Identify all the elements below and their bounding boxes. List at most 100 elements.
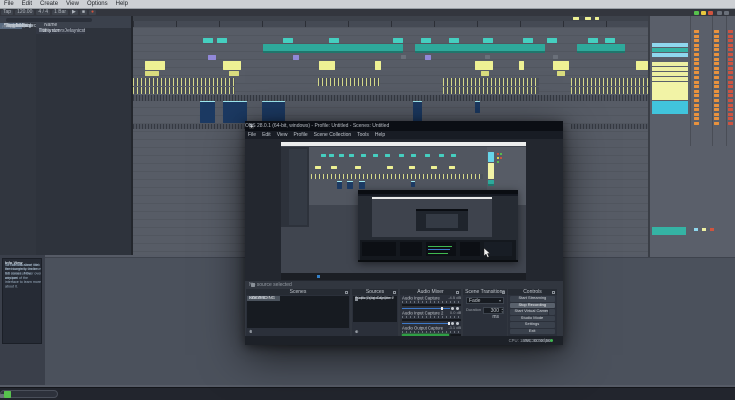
- obs-menu-item-tools[interactable]: Tools: [354, 131, 372, 139]
- track-solo-button[interactable]: [714, 48, 719, 51]
- volume-slider[interactable]: [402, 307, 450, 310]
- track-arm-button[interactable]: [728, 39, 733, 42]
- sources-panel-title[interactable]: Sources: [352, 289, 398, 295]
- clip[interactable]: [145, 61, 165, 70]
- clip[interactable]: [588, 38, 598, 43]
- track-arm-button[interactable]: [728, 53, 733, 56]
- track-solo-button[interactable]: [714, 35, 719, 38]
- track-activator-button[interactable]: [694, 76, 699, 79]
- track-activator-button[interactable]: [694, 67, 699, 70]
- clip[interactable]: [421, 38, 431, 43]
- menu-item-file[interactable]: File: [0, 0, 18, 9]
- popout-icon[interactable]: [552, 291, 555, 294]
- track-arm-button[interactable]: [728, 30, 733, 33]
- track-solo-button[interactable]: [714, 30, 719, 33]
- gear-icon[interactable]: [456, 307, 459, 310]
- track-activator-button[interactable]: [694, 53, 699, 56]
- track-activator-button[interactable]: [694, 62, 699, 65]
- clip[interactable]: [483, 38, 493, 43]
- stop-recording-button[interactable]: Stop Recording: [510, 303, 555, 309]
- track-activator-button[interactable]: [694, 90, 699, 93]
- speaker-icon[interactable]: [451, 322, 454, 325]
- track-solo-button[interactable]: [714, 90, 719, 93]
- source-down-button[interactable]: ∨: [355, 329, 358, 335]
- clip[interactable]: [319, 61, 335, 70]
- track-activator-button[interactable]: [694, 39, 699, 42]
- track-name-cell[interactable]: [702, 228, 706, 231]
- track-arm-button[interactable]: [728, 85, 733, 88]
- track-activator-button[interactable]: [694, 44, 699, 47]
- track-solo-button[interactable]: [714, 58, 719, 61]
- track-activator-button[interactable]: [694, 81, 699, 84]
- track-solo-button[interactable]: [714, 81, 719, 84]
- track-arm-button[interactable]: [728, 122, 733, 125]
- track-name-cell[interactable]: [652, 43, 688, 47]
- clip[interactable]: [557, 71, 565, 76]
- source-filters-icon[interactable]: [251, 283, 255, 287]
- clip[interactable]: [393, 38, 403, 43]
- clip[interactable]: [425, 55, 431, 60]
- track-name-cell[interactable]: [652, 101, 688, 114]
- track-name-cell[interactable]: [710, 228, 714, 231]
- clip[interactable]: [547, 38, 557, 43]
- virtual-camera-settings-button[interactable]: [549, 309, 555, 315]
- clip[interactable]: [145, 71, 159, 76]
- locator-marker[interactable]: [585, 17, 591, 20]
- volume-slider[interactable]: [402, 322, 450, 325]
- popout-icon[interactable]: [345, 291, 348, 294]
- track-activator-button[interactable]: [694, 58, 699, 61]
- clip[interactable]: [571, 78, 648, 86]
- track-solo-button[interactable]: [714, 104, 719, 107]
- popout-icon[interactable]: [502, 291, 505, 294]
- track-solo-button[interactable]: [714, 67, 719, 70]
- close-button[interactable]: ×: [245, 121, 258, 131]
- spinner-arrows-icon[interactable]: ▴▾: [500, 308, 503, 314]
- source-list-item[interactable]: Audio Output Capture: [353, 296, 397, 301]
- lock-icon[interactable]: [355, 298, 358, 300]
- transport-segment[interactable]: ●: [89, 10, 96, 15]
- clip[interactable]: [553, 61, 569, 70]
- menu-item-edit[interactable]: Edit: [18, 0, 36, 9]
- track-solo-button[interactable]: [714, 39, 719, 42]
- clip[interactable]: [481, 71, 489, 76]
- clip[interactable]: [571, 124, 648, 129]
- transport-segment[interactable]: ▶: [70, 10, 78, 15]
- app-icon[interactable]: [4, 391, 11, 398]
- track-solo-button[interactable]: [714, 122, 719, 125]
- track-arm-button[interactable]: [728, 76, 733, 79]
- clip[interactable]: [133, 87, 235, 94]
- track-arm-button[interactable]: [728, 62, 733, 65]
- clip[interactable]: [318, 78, 380, 86]
- track-name-cell[interactable]: [652, 67, 688, 71]
- clip[interactable]: [523, 38, 533, 43]
- clip[interactable]: [223, 101, 247, 123]
- track-activator-button[interactable]: [694, 108, 699, 111]
- clip[interactable]: [443, 87, 539, 94]
- track-solo-button[interactable]: [714, 53, 719, 56]
- clip[interactable]: [519, 61, 524, 70]
- track-arm-button[interactable]: [728, 108, 733, 111]
- obs-menu-item-edit[interactable]: Edit: [259, 131, 274, 139]
- slider-knob[interactable]: [441, 307, 443, 310]
- midi-map-button[interactable]: [724, 11, 729, 15]
- track-solo-button[interactable]: [714, 44, 719, 47]
- track-arm-button[interactable]: [728, 58, 733, 61]
- studio-mode-button[interactable]: Studio Mode: [510, 316, 555, 322]
- clip[interactable]: [475, 101, 480, 113]
- track-solo-button[interactable]: [714, 99, 719, 102]
- clip[interactable]: [217, 38, 227, 43]
- track-arm-button[interactable]: [728, 81, 733, 84]
- menu-item-help[interactable]: Help: [112, 0, 132, 9]
- track-arm-button[interactable]: [728, 99, 733, 102]
- track-name-cell[interactable]: [652, 72, 688, 76]
- scenes-panel-title[interactable]: Scenes: [246, 289, 350, 295]
- clip[interactable]: [413, 101, 422, 123]
- start-streaming-button[interactable]: Start Streaming: [510, 296, 555, 302]
- track-activator-button[interactable]: [694, 71, 699, 74]
- transition-type-select[interactable]: Fade ▾: [466, 297, 504, 304]
- track-activator-button[interactable]: [694, 48, 699, 51]
- locator-marker[interactable]: [573, 17, 579, 20]
- scene-down-button[interactable]: ∨: [249, 329, 253, 335]
- clip[interactable]: [605, 38, 615, 43]
- slider-knob[interactable]: [448, 322, 450, 325]
